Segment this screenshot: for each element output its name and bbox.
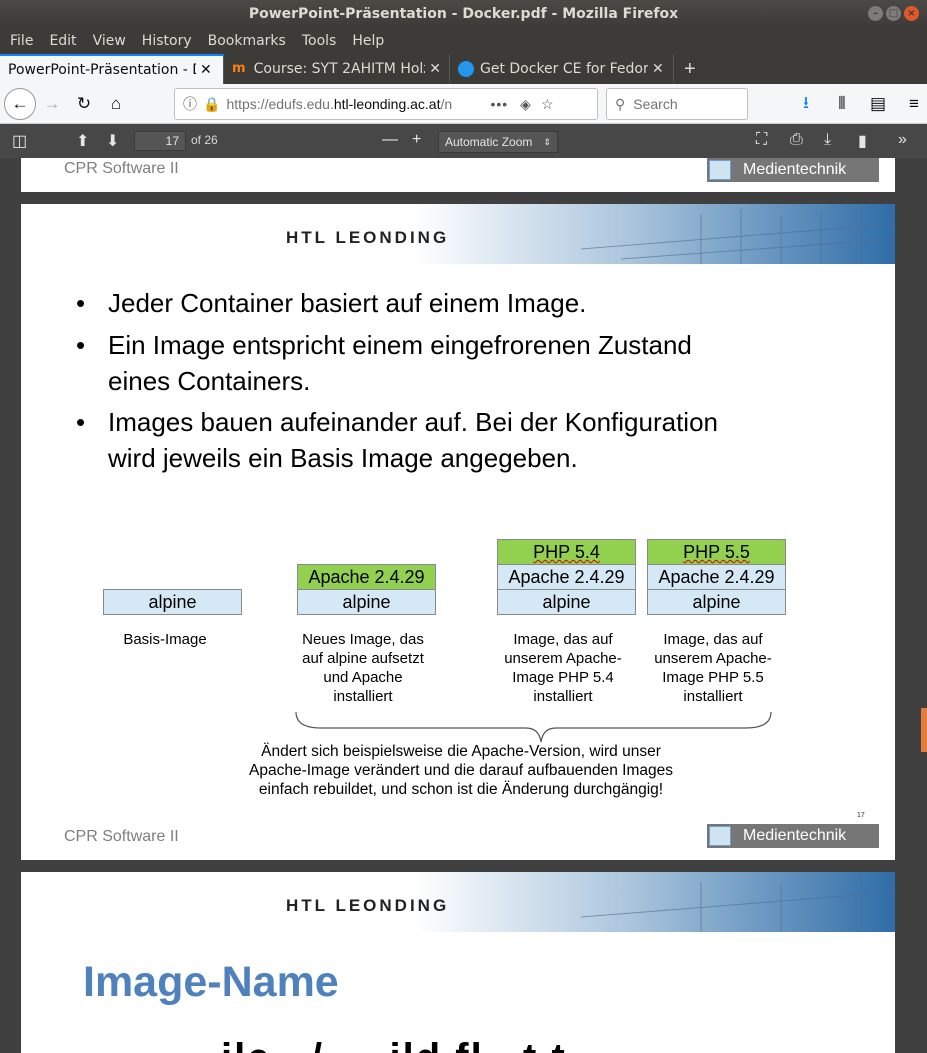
previous-page-icon[interactable]: ⬆ xyxy=(76,131,89,151)
tab-label: Course: SYT 2AHITM Holz xyxy=(253,61,426,77)
header-banner xyxy=(21,204,895,264)
tab-label: PowerPoint-Präsentation - Do xyxy=(8,62,196,78)
previous-slide: CPR Software II Medientechnik xyxy=(21,158,895,192)
slide-page-number: 17 xyxy=(857,812,865,819)
save-icon[interactable]: ⤓ xyxy=(824,131,831,149)
search-icon: ⚲ xyxy=(615,95,626,112)
close-window-icon[interactable]: × xyxy=(904,6,919,21)
docker-icon xyxy=(458,61,474,77)
sidebar-icon[interactable]: ▤ xyxy=(862,88,894,120)
caption-basis-image: Basis-Image xyxy=(123,631,207,648)
pdf-toolbar: ◫ ⬆ ⬇ 17 of 26 — + Automatic Zoom ⇕ ⛶ ⎙ ⤓… xyxy=(0,124,927,158)
medientechnik-logo: Medientechnik xyxy=(707,158,879,182)
note-text: Ändert sich beispielsweise die Apache-Ve… xyxy=(249,743,673,798)
new-tab-icon[interactable]: + xyxy=(674,54,706,84)
minimize-icon[interactable]: – xyxy=(868,6,883,21)
zoom-out-icon[interactable]: — xyxy=(382,131,398,149)
print-icon[interactable]: ⎙ xyxy=(790,131,803,149)
caption-apache-image: Neues Image, das auf alpine aufsetzt und A… xyxy=(302,631,424,705)
alpine-box: alpine xyxy=(497,589,636,615)
hamburger-menu-icon[interactable]: ≡ xyxy=(898,88,927,120)
sidebar-toggle-icon[interactable]: ◫ xyxy=(12,131,27,151)
page-number-input[interactable]: 17 xyxy=(134,131,186,151)
next-page-icon[interactable]: ⬇ xyxy=(106,131,119,151)
alpine-box: alpine xyxy=(647,589,786,615)
menu-file[interactable]: File xyxy=(2,33,41,49)
maximize-icon[interactable]: □ xyxy=(886,6,901,21)
moodle-icon: m xyxy=(232,61,246,76)
close-tab-icon[interactable]: ✕ xyxy=(429,61,441,77)
alpine-box: alpine xyxy=(297,589,436,615)
info-icon[interactable]: ⓘ xyxy=(183,94,197,114)
bookmark-icon[interactable]: ▮ xyxy=(858,131,867,151)
search-placeholder: Search xyxy=(633,96,678,112)
footer-left: CPR Software II xyxy=(64,828,179,845)
medientechnik-logo: Medientechnik xyxy=(707,824,879,848)
lock-warning-icon[interactable]: 🔒 xyxy=(203,96,220,113)
library-icon[interactable]: ⫴ xyxy=(826,88,858,120)
next-slide-title: Image-Name xyxy=(83,958,339,1006)
pocket-icon[interactable]: ◈ xyxy=(520,96,531,113)
pdf-viewer[interactable]: CPR Software II Medientechnik HTL LEONDI… xyxy=(0,158,927,1053)
page-actions-icon[interactable]: ••• xyxy=(490,96,508,112)
bookmark-star-icon[interactable]: ☆ xyxy=(541,96,554,113)
tab-course[interactable]: m Course: SYT 2AHITM Holz ✕ xyxy=(224,54,450,84)
medientechnik-icon xyxy=(709,160,731,180)
medientechnik-icon xyxy=(709,826,731,846)
caption-php55-image: Image, das auf unserem Apache- Image PHP 5… xyxy=(654,631,772,705)
apache-box: Apache 2.4.29 xyxy=(497,564,636,590)
htl-leonding-logo: HTL LEONDING xyxy=(286,896,450,915)
curly-brace xyxy=(295,711,772,743)
reload-icon[interactable]: ↻ xyxy=(68,88,100,120)
menu-bookmarks[interactable]: Bookmarks xyxy=(200,33,294,49)
page-count: of 26 xyxy=(191,133,218,147)
htl-leonding-logo: HTL LEONDING xyxy=(286,228,450,247)
zoom-value: Automatic Zoom xyxy=(445,135,533,149)
caption-php54-image: Image, das auf unserem Apache- Image PHP 5… xyxy=(504,631,622,705)
toolbar-right: ⭳ ⫴ ▤ ≡ xyxy=(790,88,927,120)
alpine-box: alpine xyxy=(103,589,242,615)
next-slide-text: ile.../ ... ild fl . t t xyxy=(221,1036,567,1053)
tools-icon[interactable]: » xyxy=(898,131,907,149)
tab-label: Get Docker CE for Fedora xyxy=(480,61,648,77)
php55-box: PHP 5.5 xyxy=(647,539,786,565)
zoom-in-icon[interactable]: + xyxy=(412,131,421,149)
search-input[interactable]: ⚲ Search xyxy=(606,88,748,120)
home-icon[interactable]: ⌂ xyxy=(100,88,132,120)
menu-view[interactable]: View xyxy=(85,33,134,49)
back-icon[interactable]: ← xyxy=(4,87,36,120)
footer-left: CPR Software II xyxy=(64,160,179,177)
zoom-select[interactable]: Automatic Zoom ⇕ xyxy=(438,131,558,153)
url-bar[interactable]: ⓘ 🔒 https://edufs.edu.htl-leonding.ac.at… xyxy=(174,88,598,120)
tab-docker[interactable]: Get Docker CE for Fedora ✕ xyxy=(450,54,674,84)
menu-bar: File Edit View History Bookmarks Tools H… xyxy=(0,28,927,54)
close-tab-icon[interactable]: ✕ xyxy=(652,61,664,77)
presentation-mode-icon[interactable]: ⛶ xyxy=(756,131,767,149)
window-titlebar: PowerPoint-Präsentation - Docker.pdf - M… xyxy=(0,0,927,28)
tab-pdf[interactable]: PowerPoint-Präsentation - Do ✕ xyxy=(0,54,224,84)
next-slide: HTL LEONDING Image-Name ile.../ ... ild … xyxy=(21,872,895,1053)
apache-box: Apache 2.4.29 xyxy=(647,564,786,590)
menu-help[interactable]: Help xyxy=(344,33,392,49)
navigation-bar: ← → ↻ ⌂ ⓘ 🔒 https://edufs.edu.htl-leondi… xyxy=(0,84,927,124)
scrollbar-thumb[interactable] xyxy=(921,708,927,752)
apache-box: Apache 2.4.29 xyxy=(297,564,436,590)
url-text: https://edufs.edu.htl-leonding.ac.at/n xyxy=(226,96,453,112)
menu-edit[interactable]: Edit xyxy=(41,33,84,49)
header-banner xyxy=(21,872,895,932)
menu-tools[interactable]: Tools xyxy=(294,33,345,49)
window-controls: – □ × xyxy=(868,6,919,21)
chevron-icon: ⇕ xyxy=(543,137,551,147)
close-tab-icon[interactable]: ✕ xyxy=(200,62,212,78)
window-title: PowerPoint-Präsentation - Docker.pdf - M… xyxy=(248,6,679,22)
slide-17: HTL LEONDING • Jeder Container basiert a… xyxy=(21,204,895,860)
tab-bar: PowerPoint-Präsentation - Do ✕ m Course:… xyxy=(0,54,927,84)
php54-box: PHP 5.4 xyxy=(497,539,636,565)
forward-icon[interactable]: → xyxy=(36,88,68,120)
menu-history[interactable]: History xyxy=(134,33,200,49)
downloads-icon[interactable]: ⭳ xyxy=(790,88,822,120)
